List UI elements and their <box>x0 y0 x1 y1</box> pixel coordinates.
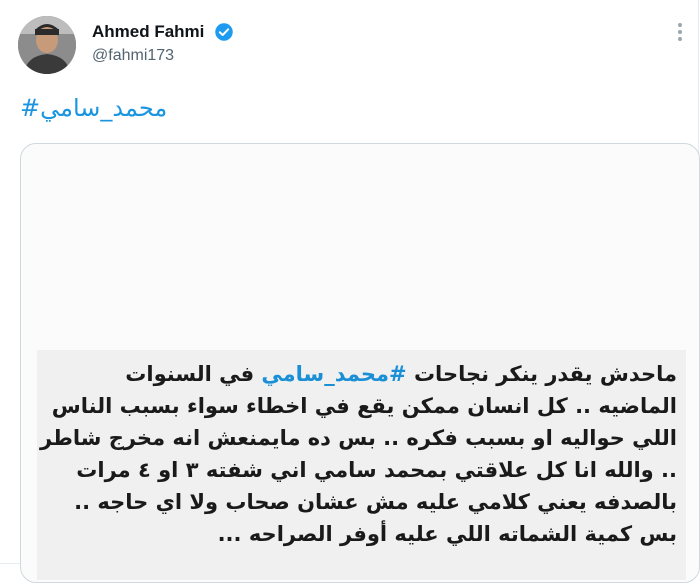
author-handle[interactable]: @fahmi173 <box>92 47 174 65</box>
line-1-start: ماحدش يقدر ينكر نجاحات <box>406 362 677 386</box>
author-name[interactable]: Ahmed Fahmi <box>92 22 204 42</box>
image-text-line-1: ماحدش يقدر ينكر نجاحات #محمد_سامي في الس… <box>37 358 677 390</box>
image-text-line-2: الماضيه .. كل انسان ممكن يقع في اخطاء سو… <box>51 394 677 418</box>
line-1-hashtag: #محمد_سامي <box>261 362 407 386</box>
tweet-card: Ahmed Fahmi @fahmi173 #محمد_سامي ماحدش ي… <box>0 0 700 583</box>
hashtag-link[interactable]: #محمد_سامي <box>20 94 167 122</box>
image-text-line-4: .. والله انا كل علاقتي بمحمد سامي اني شف… <box>76 458 677 482</box>
avatar[interactable] <box>18 16 76 74</box>
tweet-image[interactable]: ماحدش يقدر ينكر نجاحات #محمد_سامي في الس… <box>20 143 700 583</box>
avatar-photo <box>18 16 76 74</box>
image-text-block: ماحدش يقدر ينكر نجاحات #محمد_سامي في الس… <box>37 350 686 580</box>
image-text-line-3: اللي حواليه او بسبب فكره .. بس ده مايمنع… <box>40 426 677 450</box>
line-1-end: في السنوات <box>125 362 262 386</box>
image-text-line-5: بالصدفه يعني كلامي عليه مش عشان صحاب ولا… <box>74 490 677 514</box>
image-text-line-6: بس كمية الشماته اللي عليه أوفر الصراحه .… <box>217 522 677 546</box>
verified-badge-icon <box>215 23 233 41</box>
more-options-icon[interactable] <box>672 20 688 44</box>
